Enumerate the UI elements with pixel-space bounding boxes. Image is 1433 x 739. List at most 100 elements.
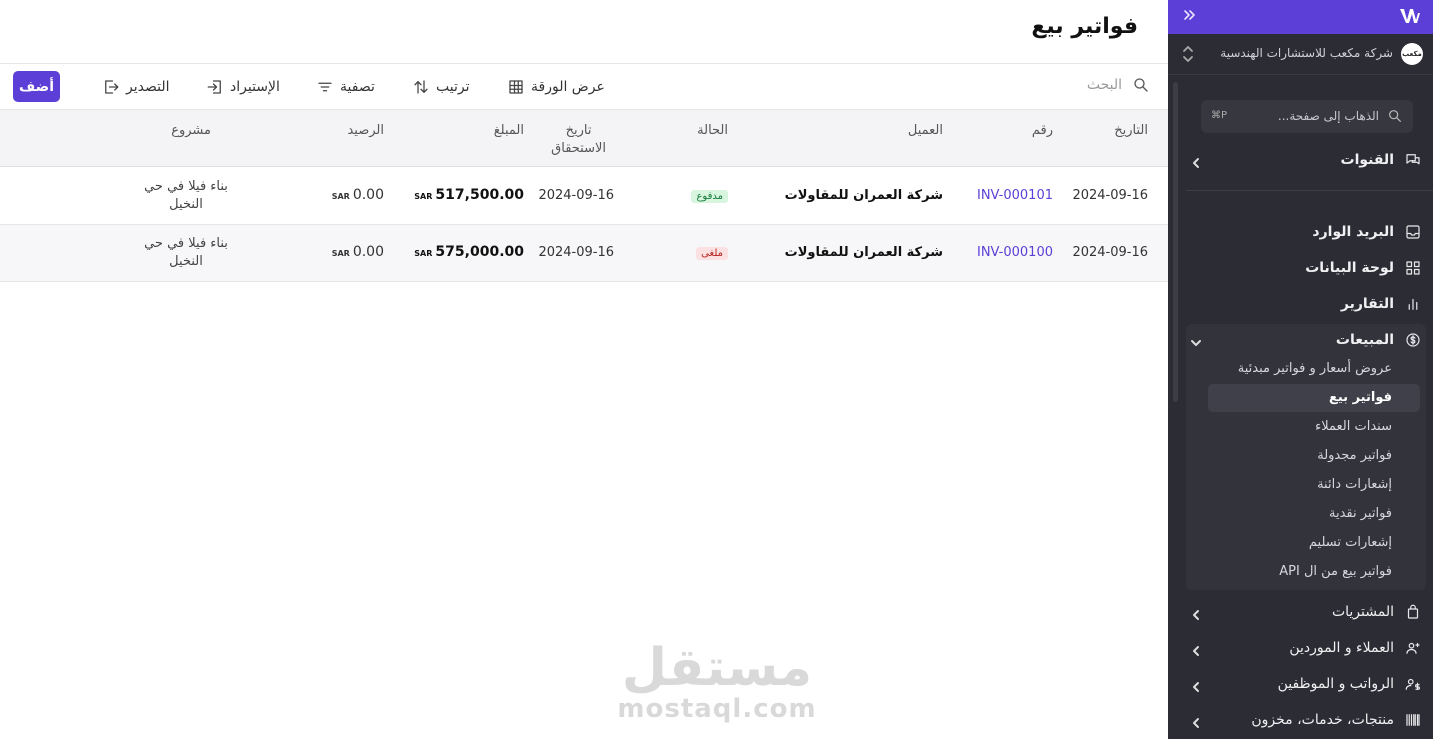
main-content: فواتير بيع أضف التصدير الإستيراد تصفية ت… <box>0 0 1168 739</box>
table-header: التاريخ رقم العميل الحالة تاريخ الاستحقا… <box>0 110 1168 167</box>
col-due-date[interactable]: تاريخ الاستحقاق <box>551 122 606 158</box>
sidebar-scrollbar[interactable] <box>1173 82 1178 402</box>
recurring-invoices-link[interactable]: فواتير مجدولة <box>1317 448 1392 463</box>
customer-receipts-link[interactable]: سندات العملاء <box>1315 419 1392 434</box>
app-logo-icon[interactable] <box>1399 6 1421 26</box>
goto-page-search[interactable]: الذهاب إلى صفحة... ⌘P <box>1201 100 1413 133</box>
chevron-placeholder <box>1190 298 1202 310</box>
search-icon <box>1389 110 1401 122</box>
chevron-left-icon <box>1190 154 1202 168</box>
currency-label: SAR <box>414 249 433 258</box>
goto-shortcut: ⌘P <box>1211 110 1228 121</box>
export-button[interactable]: التصدير <box>102 75 170 99</box>
row-client: شركة العمران للمقاولات <box>784 245 943 260</box>
col-client[interactable]: العميل <box>908 122 943 140</box>
col-number[interactable]: رقم <box>1032 122 1053 140</box>
sidebar-top-bar <box>1168 0 1433 34</box>
row-invoice-number[interactable]: INV-000101 <box>977 188 1053 203</box>
credit-notes-link[interactable]: إشعارات دائنة <box>1317 477 1392 492</box>
sales-quotes-link[interactable]: عروض أسعار و فواتير مبدئية <box>1238 361 1392 376</box>
chat-icon <box>1404 151 1422 169</box>
row-invoice-number[interactable]: INV-000100 <box>977 245 1053 260</box>
filter-icon <box>318 82 332 92</box>
amount-value: 575,000.00 <box>435 244 524 260</box>
sheet-view-button[interactable]: عرض الورقة <box>507 75 605 99</box>
company-switcher[interactable]: مكعب شركة مكعب للاستشارات الهندسية <box>1168 34 1433 75</box>
sidebar-item-label: لوحة البيانات <box>1305 260 1394 276</box>
sort-icon <box>414 80 428 94</box>
toolbar: أضف التصدير الإستيراد تصفية ترتيب عرض ال… <box>0 64 1168 110</box>
users-icon <box>1404 639 1422 657</box>
sidebar: مكعب شركة مكعب للاستشارات الهندسية الذها… <box>1168 0 1433 739</box>
chevron-left-icon <box>1190 678 1202 692</box>
filter-button[interactable]: تصفية <box>316 75 375 99</box>
col-date[interactable]: التاريخ <box>1114 122 1148 140</box>
col-status[interactable]: الحالة <box>697 122 728 140</box>
company-avatar: مكعب <box>1401 43 1423 65</box>
sidebar-item-reports[interactable]: التقارير <box>1186 288 1428 320</box>
sidebar-item-sales[interactable]: المبيعات <box>1186 324 1428 356</box>
filter-label: تصفية <box>340 79 375 95</box>
sidebar-item-channels[interactable]: القنوات <box>1186 144 1428 176</box>
sidebar-item-purchases[interactable]: المشتريات <box>1186 596 1428 628</box>
row-due-date: 2024-09-16 <box>538 188 614 203</box>
search-box <box>992 76 1150 94</box>
status-badge: ملغى <box>696 247 728 260</box>
watermark-arabic: مستقل <box>621 638 813 698</box>
row-amount: SAR 575,000.00 <box>414 244 524 260</box>
chevron-placeholder <box>1190 262 1202 274</box>
chevron-left-icon <box>1190 714 1202 728</box>
row-status: ملغى <box>696 245 728 260</box>
sidebar-item-label: المشتريات <box>1331 604 1394 620</box>
chevron-placeholder <box>1190 226 1202 238</box>
table-icon <box>509 80 523 94</box>
delivery-notes-link[interactable]: إشعارات تسليم <box>1309 535 1392 550</box>
export-icon <box>105 80 119 94</box>
sidebar-item-label: الرواتب و الموظفين <box>1277 676 1394 692</box>
table-row[interactable]: 2024-09-16 INV-000101 شركة العمران للمقا… <box>0 168 1168 225</box>
sidebar-item-label: منتجات، خدمات، مخزون <box>1251 712 1394 728</box>
row-client: شركة العمران للمقاولات <box>784 188 943 203</box>
sidebar-item-dashboard[interactable]: لوحة البيانات <box>1186 252 1428 284</box>
company-name: شركة مكعب للاستشارات الهندسية <box>1220 46 1393 60</box>
goto-page-label: الذهاب إلى صفحة... <box>1277 109 1379 123</box>
chevron-up-down-icon[interactable] <box>1182 44 1194 64</box>
watermark: مستقل mostaql.com <box>612 640 822 722</box>
payroll-icon <box>1404 675 1422 693</box>
add-button[interactable]: أضف <box>13 71 60 102</box>
page-header: فواتير بيع <box>0 0 1168 64</box>
sidebar-item-payroll[interactable]: الرواتب و الموظفين <box>1186 668 1428 700</box>
import-icon <box>207 80 221 94</box>
col-project[interactable]: مشروع <box>171 122 211 140</box>
sidebar-divider <box>1186 190 1433 191</box>
row-status: مدفوع <box>691 188 728 203</box>
import-button[interactable]: الإستيراد <box>206 75 280 99</box>
collapse-sidebar-icon[interactable] <box>1182 7 1198 23</box>
search-input[interactable] <box>992 77 1122 93</box>
sheet-view-label: عرض الورقة <box>531 79 605 95</box>
barcode-icon <box>1404 711 1422 729</box>
currency-label: SAR <box>331 192 350 201</box>
col-amount[interactable]: المبلغ <box>494 122 524 140</box>
sales-invoices-link[interactable]: فواتير بيع <box>1329 390 1392 405</box>
row-amount: SAR 517,500.00 <box>414 187 524 203</box>
col-balance[interactable]: الرصيد <box>347 122 384 140</box>
sidebar-item-products[interactable]: منتجات، خدمات، مخزون <box>1186 704 1428 736</box>
row-project: بناء فيلا في حي النخيل <box>144 179 228 212</box>
page-title: فواتير بيع <box>1031 14 1138 39</box>
api-invoices-link[interactable]: فواتير بيع من ال API <box>1279 564 1392 579</box>
watermark-latin: mostaql.com <box>617 694 817 724</box>
currency-label: SAR <box>331 249 350 258</box>
shopping-bag-icon <box>1404 603 1422 621</box>
sidebar-item-clients-suppliers[interactable]: العملاء و الموردين <box>1186 632 1428 664</box>
inbox-icon <box>1404 223 1422 241</box>
sidebar-item-label: القنوات <box>1340 152 1395 168</box>
sidebar-item-label: العملاء و الموردين <box>1289 640 1394 656</box>
table-row[interactable]: 2024-09-16 INV-000100 شركة العمران للمقا… <box>0 225 1168 282</box>
col-due-line2: الاستحقاق <box>551 141 606 156</box>
sort-button[interactable]: ترتيب <box>412 75 470 99</box>
sidebar-item-inbox[interactable]: البريد الوارد <box>1186 216 1428 248</box>
import-label: الإستيراد <box>230 79 280 95</box>
cash-invoices-link[interactable]: فواتير نقدية <box>1329 506 1392 521</box>
sort-label: ترتيب <box>436 79 470 95</box>
